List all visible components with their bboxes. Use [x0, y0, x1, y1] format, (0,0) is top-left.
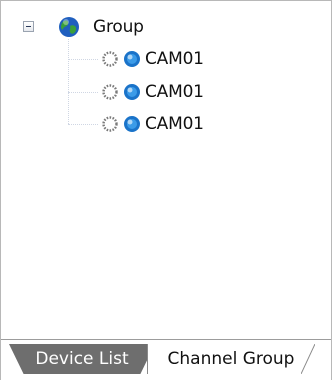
collapse-toggle[interactable]: [23, 21, 34, 32]
tab-edge: [301, 344, 315, 374]
channel-tree: Group CAM01 CAM01 CAM01: [1, 1, 331, 339]
tree-node-group-label[interactable]: Group: [93, 16, 144, 38]
loading-ring-icon: [102, 51, 118, 67]
camera-dot-icon: [124, 116, 140, 132]
tree-guide-line: [68, 59, 98, 60]
tree-guide-line: [68, 124, 98, 125]
tab-strip: Device List Channel Group: [1, 339, 331, 380]
loading-ring-icon: [102, 84, 118, 100]
tab-device-list[interactable]: Device List: [9, 344, 155, 374]
tree-node-camera-label[interactable]: CAM01: [145, 81, 204, 103]
camera-dot-icon: [124, 51, 140, 67]
tree-node-camera-label[interactable]: CAM01: [145, 48, 204, 70]
camera-dot-icon: [124, 84, 140, 100]
tree-guide-line: [68, 39, 69, 124]
tab-channel-group[interactable]: Channel Group: [147, 344, 314, 374]
tree-node-camera-label[interactable]: CAM01: [145, 113, 204, 135]
loading-ring-icon: [102, 116, 118, 132]
channel-group-panel: Group CAM01 CAM01 CAM01 Device List Chan…: [0, 0, 332, 380]
globe-icon: [59, 17, 79, 37]
tree-guide-line: [68, 92, 98, 93]
